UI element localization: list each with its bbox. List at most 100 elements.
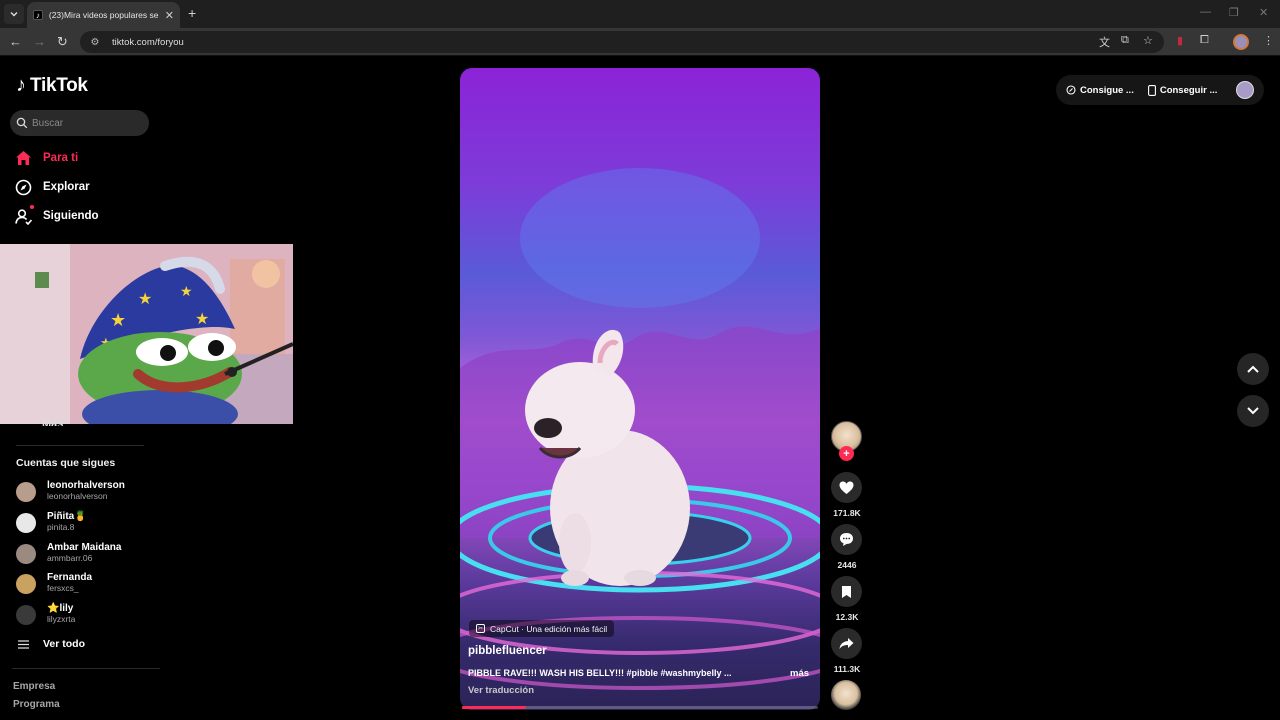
close-window-icon[interactable]: ✕ (1259, 6, 1268, 19)
next-video-button[interactable] (1237, 395, 1269, 427)
account-name: Ambar Maidana (47, 542, 122, 553)
get-app-button[interactable]: Conseguir ... (1147, 84, 1218, 96)
like-button[interactable] (831, 472, 862, 503)
search-input[interactable] (32, 117, 142, 129)
browser-tab[interactable]: ♪ (23)Mira videos populares sele ✕ (27, 2, 180, 28)
following-section-title: Cuentas que sigues (16, 457, 116, 469)
reload-icon[interactable]: ↻ (57, 34, 68, 50)
nav-label: Para ti (43, 152, 79, 164)
follow-creator-button[interactable]: + (839, 446, 854, 461)
capcut-icon: ✂ (476, 624, 485, 633)
new-tab-button[interactable]: + (188, 5, 196, 21)
get-coins-button[interactable]: Consigue ... (1066, 85, 1134, 96)
nav-item-siguiendo[interactable]: Siguiendo (14, 205, 99, 225)
following-icon (14, 205, 34, 225)
video-author[interactable]: pibblefluencer (468, 645, 547, 657)
chevron-down-icon (10, 12, 18, 17)
search-icon (16, 117, 28, 129)
share-button[interactable] (831, 628, 862, 659)
webcam-overlay-image: ★ ★ ★ ★ ★ (0, 244, 293, 424)
close-tab-icon[interactable]: ✕ (165, 9, 174, 22)
compass-icon (14, 178, 32, 196)
bookmark-star-icon[interactable]: ☆ (1143, 34, 1153, 47)
account-username: lilyzxrta (47, 614, 76, 624)
see-all-button[interactable]: Ver todo (18, 638, 85, 650)
svg-text:★: ★ (195, 311, 209, 328)
sidebar-divider (12, 668, 160, 669)
followed-account[interactable]: Fernanda fersxcs_ (16, 572, 156, 596)
account-name: Fernanda (47, 572, 93, 583)
save-count: 12.3K (835, 612, 859, 622)
caption-more-button[interactable]: más (790, 668, 809, 679)
video-progress-fill (462, 706, 527, 709)
account-username: leonorhalverson (47, 491, 108, 501)
account-name: ⭐lily (47, 603, 74, 614)
followed-account[interactable]: Ambar Maidana ammbarr.06 (16, 542, 156, 566)
pepe-wizard-illustration: ★ ★ ★ ★ ★ (0, 244, 293, 424)
tiktok-note-icon: ♪ (16, 74, 26, 96)
top-right-actions: Consigue ... Conseguir ... (1056, 75, 1264, 105)
kebab-menu-icon[interactable]: ⋮ (1263, 34, 1274, 47)
comment-icon (840, 533, 853, 546)
back-icon[interactable]: ← (9, 34, 22, 49)
account-username: fersxcs_ (47, 583, 79, 593)
list-icon (18, 639, 29, 649)
tiktok-logo[interactable]: ♪ TikTok (16, 74, 88, 97)
avatar (16, 544, 36, 564)
video-player[interactable] (460, 68, 820, 710)
followed-account[interactable]: ⭐lily lilyzxrta (16, 603, 156, 627)
tiktok-favicon-icon: ♪ (33, 10, 43, 20)
see-translation-button[interactable]: Ver traducción (468, 685, 534, 696)
avatar (16, 605, 36, 625)
tab-search-button[interactable] (4, 4, 24, 24)
account-name: Piñita🍍 (47, 511, 87, 522)
get-app-label: Conseguir ... (1159, 84, 1218, 96)
avatar (16, 574, 36, 594)
dancing-dog-video-frame (460, 168, 820, 690)
nav-label: Siguiendo (43, 210, 99, 222)
phone-icon (1147, 84, 1156, 96)
translate-icon[interactable]: 文 (1099, 34, 1110, 50)
extension-icon[interactable]: ▮ (1177, 34, 1183, 47)
video-caption: PIBBLE RAVE!!! WASH HIS BELLY!!! #pibble… (468, 668, 732, 678)
sound-disc[interactable] (831, 680, 861, 710)
install-app-icon[interactable]: ⧉ (1121, 34, 1129, 47)
like-count: 171.8K (833, 508, 861, 518)
forward-icon[interactable]: → (33, 34, 46, 49)
user-avatar[interactable] (1236, 81, 1254, 99)
logo-wordmark: TikTok (30, 74, 88, 96)
capcut-badge-label: CapCut · Una edición más fácil (490, 623, 608, 634)
nav-item-explorar[interactable]: Explorar (14, 178, 90, 196)
followed-account[interactable]: Piñita🍍 pinita.8 (16, 511, 156, 535)
browser-tab-title: (23)Mira videos populares sele (48, 10, 159, 20)
svg-text:★: ★ (138, 291, 152, 308)
heart-icon (839, 481, 854, 494)
browser-profile-avatar[interactable] (1233, 34, 1249, 50)
chevron-down-icon (1247, 407, 1259, 415)
sidebar-divider (16, 445, 144, 446)
capcut-badge[interactable]: ✂ CapCut · Una edición más fácil (469, 620, 615, 637)
avatar (16, 513, 36, 533)
url-text: tiktok.com/foryou (112, 36, 184, 48)
address-bar[interactable]: ⚙ tiktok.com/foryou (80, 31, 1164, 53)
video-progress-bar[interactable] (462, 706, 818, 709)
restore-icon[interactable]: ❐ (1229, 6, 1239, 19)
nav-item-para-ti[interactable]: Para ti (14, 149, 78, 167)
more-menu-label[interactable]: Más (42, 418, 63, 426)
site-info-icon[interactable]: ⚙ (88, 35, 102, 49)
share-count: 111.3K (833, 664, 861, 674)
footer-link-programa[interactable]: Programa (13, 699, 60, 710)
comment-button[interactable] (831, 524, 862, 555)
footer-link-empresa[interactable]: Empresa (13, 681, 55, 692)
search-box[interactable] (10, 110, 149, 136)
coin-icon (1066, 85, 1076, 95)
notification-dot (30, 205, 34, 209)
minimize-icon[interactable]: — (1200, 6, 1211, 18)
bookmark-icon (842, 585, 851, 598)
save-button[interactable] (831, 576, 862, 607)
followed-account[interactable]: leonorhalverson leonorhalverson (16, 480, 156, 504)
previous-video-button[interactable] (1237, 353, 1269, 385)
extensions-puzzle-icon[interactable]: ⧠ (1200, 34, 1209, 47)
get-coins-label: Consigue ... (1080, 84, 1134, 96)
avatar (16, 482, 36, 502)
